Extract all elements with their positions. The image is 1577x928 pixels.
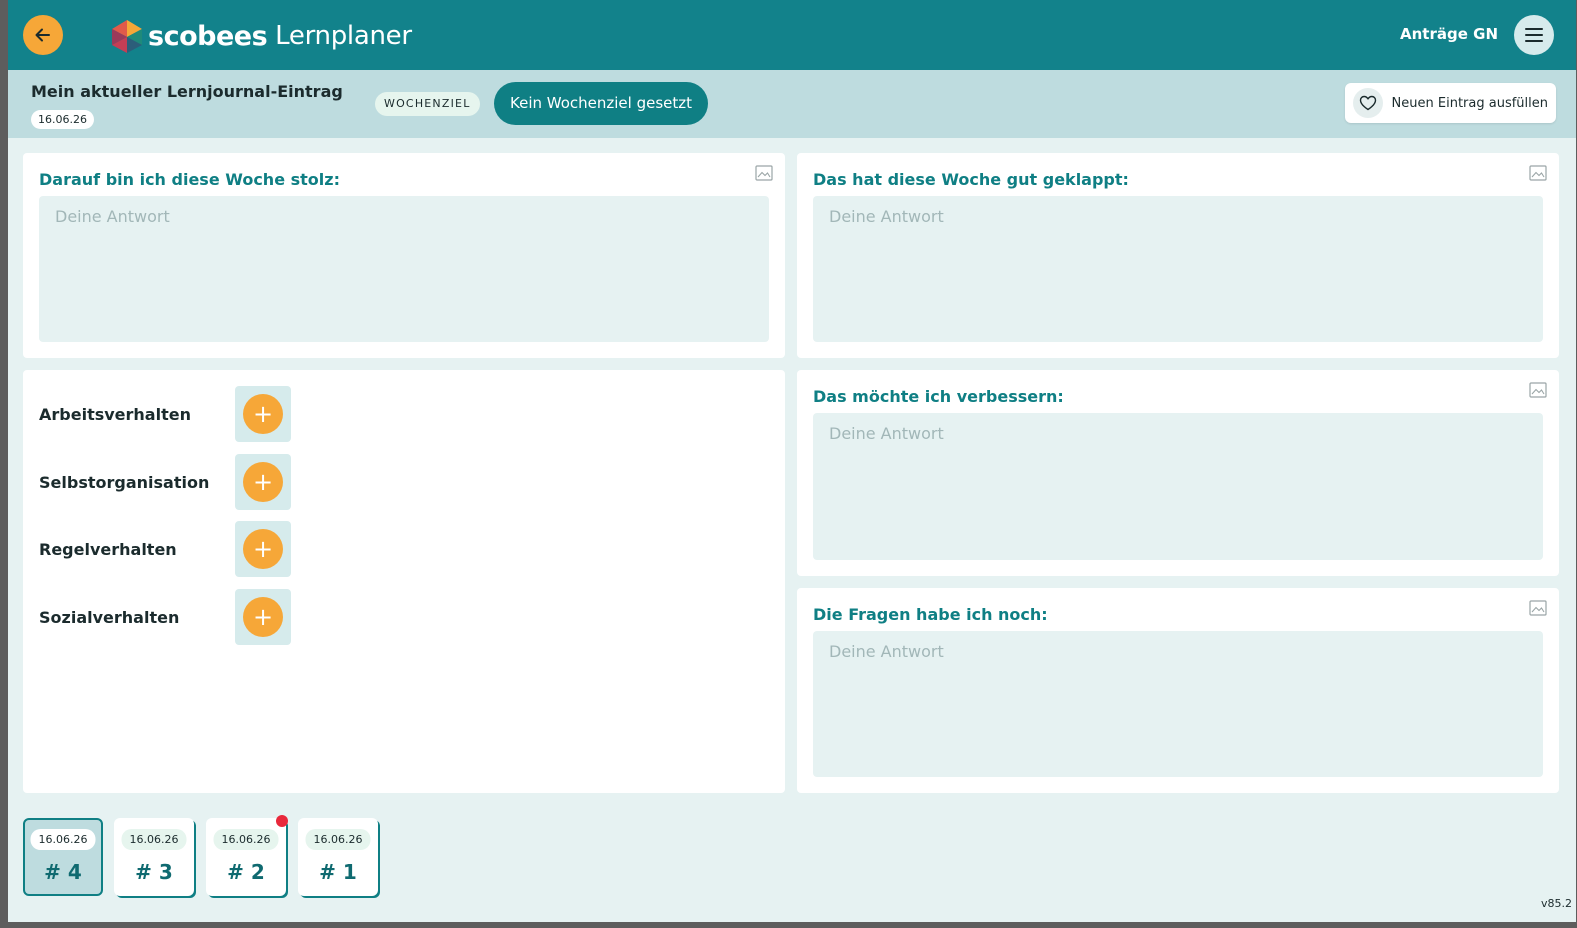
question-card-went-well: Das hat diese Woche gut geklappt: [797, 153, 1559, 358]
answer-input[interactable] [813, 631, 1543, 777]
image-icon[interactable] [1529, 382, 1547, 398]
hamburger-menu-icon [1525, 28, 1543, 42]
behaviour-row: Sozialverhalten + [39, 589, 291, 645]
add-behaviour-button[interactable]: + [235, 589, 291, 645]
behaviour-label: Sozialverhalten [39, 607, 180, 627]
plus-icon: + [243, 597, 283, 637]
image-icon[interactable] [1529, 165, 1547, 181]
user-label: Anträge GN [1400, 25, 1498, 43]
product-name: Lernplaner [275, 21, 412, 51]
behaviour-label: Arbeitsverhalten [39, 404, 191, 424]
entry-date-badge: 16.06.26 [31, 110, 94, 129]
version-label: v85.2 [1540, 897, 1572, 910]
question-card-improve: Das möchte ich verbessern: [797, 370, 1559, 576]
behaviour-label: Regelverhalten [39, 539, 177, 559]
entry-tile-number: # 1 [319, 860, 357, 884]
scobees-logo-icon [112, 20, 142, 53]
answer-input[interactable] [39, 196, 769, 342]
entry-header: Mein aktueller Lernjournal-Eintrag 16.06… [8, 70, 1576, 138]
wochenziel-badge: WOCHENZIEL [375, 92, 480, 116]
menu-button[interactable] [1514, 15, 1554, 55]
behaviour-card: Arbeitsverhalten + Selbstorganisation + … [23, 370, 785, 793]
entry-tile-number: # 3 [135, 860, 173, 884]
question-card-questions: Die Fragen habe ich noch: [797, 588, 1559, 793]
add-behaviour-button[interactable]: + [235, 521, 291, 577]
top-bar: scobees Lernplaner Anträge GN [8, 0, 1576, 70]
back-button[interactable] [23, 15, 63, 55]
question-card-proud: Darauf bin ich diese Woche stolz: [23, 153, 785, 358]
behaviour-row: Regelverhalten + [39, 521, 291, 577]
heart-icon [1359, 95, 1376, 111]
entry-tile-number: # 2 [227, 860, 265, 884]
entry-tile-date: 16.06.26 [30, 829, 96, 850]
entry-tile[interactable]: 16.06.26 # 1 [298, 818, 378, 896]
plus-icon: + [243, 394, 283, 434]
new-entry-button[interactable]: Neuen Eintrag ausfüllen [1344, 83, 1556, 123]
entry-tile-date: 16.06.26 [121, 829, 187, 850]
question-title: Das hat diese Woche gut geklappt: [813, 170, 1129, 189]
question-title: Das möchte ich verbessern: [813, 387, 1064, 406]
entry-tile-number: # 4 [44, 860, 82, 884]
behaviour-row: Arbeitsverhalten + [39, 386, 291, 442]
window-frame: scobees Lernplaner Anträge GN Mein aktue… [0, 0, 1577, 928]
app-logo[interactable]: scobees Lernplaner [108, 16, 412, 56]
image-icon[interactable] [1529, 600, 1547, 616]
brand-name: scobees [148, 20, 268, 52]
entry-tile-date: 16.06.26 [305, 829, 371, 850]
new-entry-label: Neuen Eintrag ausfüllen [1391, 95, 1548, 111]
answer-input[interactable] [813, 196, 1543, 342]
entry-tile[interactable]: 16.06.26 # 3 [114, 818, 194, 896]
add-behaviour-button[interactable]: + [235, 454, 291, 510]
entry-tile-date: 16.06.26 [213, 829, 279, 850]
app-container: scobees Lernplaner Anträge GN Mein aktue… [8, 0, 1576, 922]
behaviour-label: Selbstorganisation [39, 472, 210, 492]
image-icon[interactable] [755, 165, 773, 181]
entry-tile[interactable]: 16.06.26 # 4 [23, 818, 103, 896]
wochenziel-button[interactable]: Kein Wochenziel gesetzt [494, 82, 709, 125]
question-title: Darauf bin ich diese Woche stolz: [39, 170, 340, 189]
page-title: Mein aktueller Lernjournal-Eintrag [31, 82, 343, 101]
notification-dot [276, 815, 288, 827]
answer-input[interactable] [813, 413, 1543, 560]
plus-icon: + [243, 529, 283, 569]
question-title: Die Fragen habe ich noch: [813, 605, 1048, 624]
add-behaviour-button[interactable]: + [235, 386, 291, 442]
heart-icon-wrap [1352, 88, 1383, 118]
plus-icon: + [243, 462, 283, 502]
arrow-left-icon [35, 28, 50, 42]
entry-tile[interactable]: 16.06.26 # 2 [206, 815, 288, 896]
behaviour-row: Selbstorganisation + [39, 454, 291, 510]
